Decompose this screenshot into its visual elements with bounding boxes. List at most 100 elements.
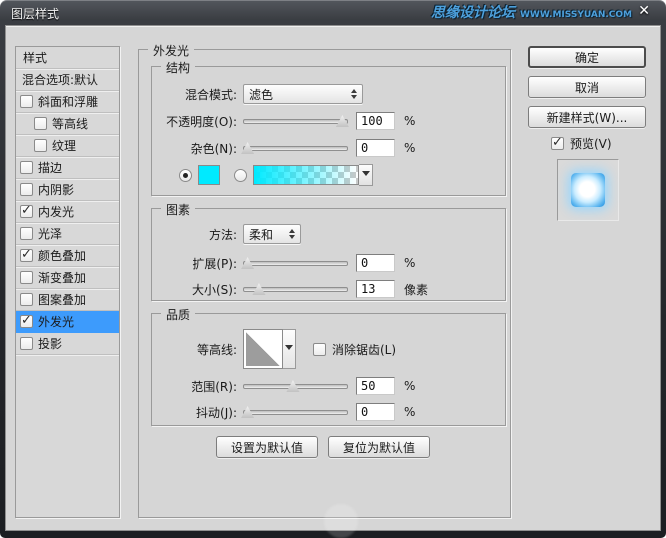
sidebar-item-pattern-overlay[interactable]: 图案叠加 — [16, 289, 119, 311]
size-input[interactable] — [356, 280, 395, 298]
checkbox-icon[interactable] — [20, 161, 33, 174]
noise-slider[interactable] — [241, 142, 348, 154]
sidebar-item-stroke[interactable]: 描边 — [16, 157, 119, 179]
checkbox-icon[interactable] — [20, 337, 33, 350]
blend-mode-row: 混合模式: 滤色 — [151, 83, 363, 105]
opacity-input[interactable] — [356, 112, 395, 130]
opacity-slider-thumb[interactable] — [335, 115, 349, 127]
make-default-button[interactable]: 设置为默认值 — [216, 436, 318, 458]
sidebar-item-texture[interactable]: 纹理 — [16, 135, 119, 157]
antialias-checkbox-row[interactable]: 消除锯齿(L) — [313, 341, 396, 358]
spread-slider[interactable] — [241, 257, 348, 269]
panel-title: 外发光 — [148, 42, 195, 59]
spread-input[interactable] — [356, 254, 395, 272]
sidebar-item-gradient-overlay[interactable]: 渐变叠加 — [16, 267, 119, 289]
range-label: 范围(R): — [191, 379, 237, 394]
checkbox-icon[interactable] — [34, 139, 47, 152]
sidebar-item-drop-shadow[interactable]: 投影 — [16, 333, 119, 355]
structure-title: 结构 — [161, 59, 196, 76]
checkbox-icon[interactable] — [20, 247, 33, 262]
contour-row: 等高线: 消除锯齿(L) — [151, 329, 396, 369]
elements-title: 图素 — [161, 201, 196, 218]
gradient-bar[interactable] — [253, 165, 359, 185]
contour-thumbnail[interactable] — [243, 329, 283, 369]
checkbox-icon[interactable] — [20, 183, 33, 196]
spin-arrows-icon — [351, 86, 357, 102]
size-unit: 像素 — [404, 282, 429, 297]
reset-default-button[interactable]: 复位为默认值 — [328, 436, 430, 458]
jitter-slider[interactable] — [241, 406, 348, 418]
quality-title: 品质 — [161, 306, 196, 323]
blend-mode-label: 混合模式: — [184, 87, 237, 102]
blend-mode-value: 滤色 — [249, 87, 274, 102]
noise-label: 杂色(N): — [190, 141, 237, 156]
range-unit: % — [404, 379, 416, 393]
blend-mode-select[interactable]: 滤色 — [243, 84, 363, 104]
size-label: 大小(S): — [191, 282, 237, 297]
antialias-checkbox[interactable] — [313, 342, 326, 356]
sidebar-item-contour[interactable]: 等高线 — [16, 113, 119, 135]
sidebar-item-color-overlay[interactable]: 颜色叠加 — [16, 245, 119, 267]
checkbox-icon[interactable] — [20, 293, 33, 306]
contour-picker-arrow[interactable] — [283, 329, 296, 369]
brand-text: 思缘设计论坛 — [430, 5, 515, 21]
range-slider[interactable] — [243, 380, 348, 392]
checkbox-icon[interactable] — [20, 95, 33, 108]
glow-preview-thumbnail — [571, 173, 605, 207]
brand-url: WWW.MISSYUAN.COM — [519, 10, 632, 20]
noise-unit: % — [404, 141, 416, 155]
layer-style-dialog: 图层样式 思缘设计论坛 WWW.MISSYUAN.COM ✕ 样式 混合选项:默… — [0, 0, 666, 538]
noise-input[interactable] — [356, 139, 395, 157]
jitter-input[interactable] — [356, 403, 395, 421]
jitter-label: 抖动(J): — [196, 405, 237, 420]
range-input[interactable] — [356, 377, 395, 395]
style-preview — [557, 159, 619, 221]
close-icon[interactable]: ✕ — [638, 3, 650, 19]
glow-color-swatch[interactable] — [198, 165, 220, 185]
technique-value: 柔和 — [249, 227, 274, 242]
ghost-watermark — [324, 504, 358, 538]
opacity-unit: % — [404, 114, 416, 128]
spread-slider-thumb[interactable] — [241, 257, 255, 269]
checkbox-icon[interactable] — [20, 271, 33, 284]
color-radio[interactable] — [179, 168, 192, 182]
forum-watermark: 思缘设计论坛 WWW.MISSYUAN.COM — [431, 2, 632, 22]
new-style-button[interactable]: 新建样式(W)... — [528, 106, 646, 128]
gradient-picker-arrow[interactable] — [359, 164, 373, 186]
opacity-row: 不透明度(O): % — [151, 110, 415, 132]
checkbox-icon[interactable] — [20, 227, 33, 240]
sidebar-item-outer-glow[interactable]: 外发光 — [16, 311, 119, 333]
sidebar-item-bevel-emboss[interactable]: 斜面和浮雕 — [16, 91, 119, 113]
window-title: 图层样式 — [11, 7, 60, 21]
noise-row: 杂色(N): % — [151, 137, 415, 159]
caret-down-icon — [285, 344, 293, 354]
technique-select[interactable]: 柔和 — [243, 224, 301, 244]
preview-checkbox-row[interactable]: 预览(V) — [551, 135, 612, 152]
spread-row: 扩展(P): % — [151, 252, 415, 274]
checkbox-icon[interactable] — [20, 313, 33, 328]
jitter-row: 抖动(J): % — [151, 401, 415, 423]
range-slider-thumb[interactable] — [286, 380, 300, 392]
noise-slider-thumb[interactable] — [241, 142, 255, 154]
preview-label: 预览(V) — [570, 137, 612, 151]
checkbox-icon[interactable] — [20, 203, 33, 218]
checkbox-icon[interactable] — [34, 117, 47, 130]
caret-down-icon — [361, 170, 370, 180]
cancel-button[interactable]: 取消 — [528, 76, 646, 98]
jitter-slider-thumb[interactable] — [241, 406, 255, 418]
sidebar-item-satin[interactable]: 光泽 — [16, 223, 119, 245]
ok-button[interactable]: 确定 — [528, 46, 646, 68]
opacity-slider[interactable] — [243, 115, 349, 127]
preview-checkbox[interactable] — [551, 135, 564, 150]
opacity-label: 不透明度(O): — [166, 114, 237, 129]
size-slider-thumb[interactable] — [252, 283, 266, 295]
sidebar-item-inner-glow[interactable]: 内发光 — [16, 201, 119, 223]
technique-label: 方法: — [208, 227, 237, 242]
size-slider[interactable] — [243, 283, 348, 295]
styles-list: 样式 混合选项:默认 斜面和浮雕 等高线 纹理 描边 内阴影 ✓ 内发光 光泽 … — [15, 46, 120, 518]
technique-row: 方法: 柔和 — [151, 223, 301, 245]
titlebar[interactable]: 图层样式 思缘设计论坛 WWW.MISSYUAN.COM ✕ — [0, 0, 666, 25]
sidebar-item-inner-shadow[interactable]: 内阴影 — [16, 179, 119, 201]
sidebar-item-blending-options[interactable]: 混合选项:默认 — [16, 69, 119, 91]
gradient-radio[interactable] — [234, 168, 247, 182]
